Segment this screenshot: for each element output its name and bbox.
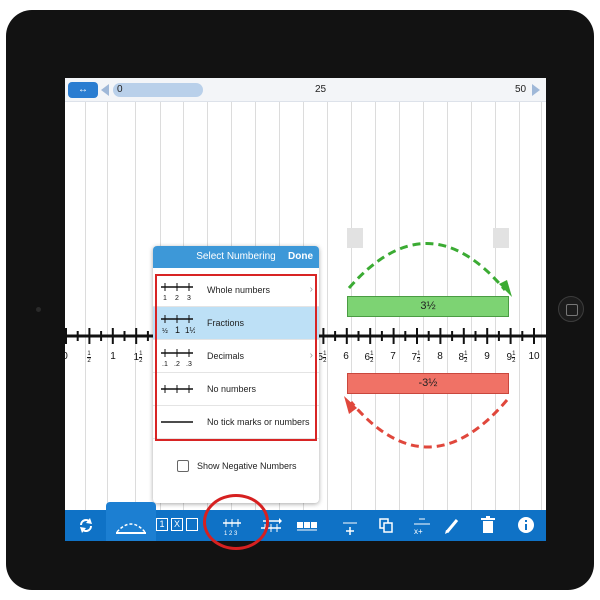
ruler-icon[interactable] [113, 514, 149, 537]
negative-jump-value: -3½ [418, 377, 438, 389]
pencil-icon[interactable] [441, 514, 463, 537]
tick-label: 712 [411, 351, 421, 364]
app-screen: ↔ 0 25 50 0121112512661277128812991210 3… [65, 78, 546, 541]
positive-jump-value: 3½ [420, 300, 436, 312]
tick-label: 912 [506, 351, 516, 364]
mini-box-x[interactable]: X [171, 518, 183, 531]
info-icon[interactable] [515, 514, 537, 537]
copy-icon[interactable] [375, 514, 397, 537]
tick-label: 10 [528, 351, 540, 362]
done-button[interactable]: Done [288, 246, 313, 268]
trash-icon[interactable] [477, 514, 499, 537]
segments-icon[interactable] [295, 514, 319, 537]
reset-icon[interactable] [75, 514, 97, 537]
tick-label: 9 [484, 351, 490, 362]
show-negative-label: Show Negative Numbers [197, 461, 297, 471]
camera [36, 307, 41, 312]
tick-label: 8 [437, 351, 443, 362]
options-highlight-box [155, 274, 317, 441]
mini-box-1[interactable]: 1 [156, 518, 168, 531]
select-numbering-popover: Select Numbering Done 123 Whole numbers … [153, 246, 319, 503]
positive-jump-bar[interactable]: 3½ [347, 296, 509, 317]
tick-label: 6 [343, 351, 349, 362]
tick-label: 7 [390, 351, 396, 362]
svg-text:x+: x+ [414, 527, 423, 536]
numbering-tool-highlight [203, 494, 269, 550]
positive-jump-arrow [347, 242, 507, 291]
add-icon[interactable] [339, 514, 361, 537]
hide-box[interactable] [493, 228, 509, 248]
negative-jump-bar[interactable]: -3½ [347, 373, 509, 394]
popover-header: Select Numbering Done [153, 246, 319, 268]
tick-label: 112 [133, 351, 143, 364]
hide-box[interactable] [347, 228, 363, 248]
tick-label: 812 [458, 351, 468, 364]
tick-label: 612 [364, 351, 374, 364]
tick-label: 0 [65, 351, 77, 362]
tick-label: 1 [110, 351, 116, 362]
show-negative-checkbox[interactable] [177, 460, 189, 472]
tablet-frame: ↔ 0 25 50 0121112512661277128812991210 3… [6, 10, 594, 590]
positive-arrowhead-icon [499, 280, 512, 297]
operations-icon[interactable]: x+ [411, 514, 433, 537]
negative-jump-arrow [349, 399, 509, 449]
tick-label: 12 [87, 351, 91, 364]
home-button[interactable] [558, 296, 584, 322]
mini-box-empty[interactable] [186, 518, 198, 531]
bottom-toolbar: 1 2 3 x+ [65, 502, 546, 541]
